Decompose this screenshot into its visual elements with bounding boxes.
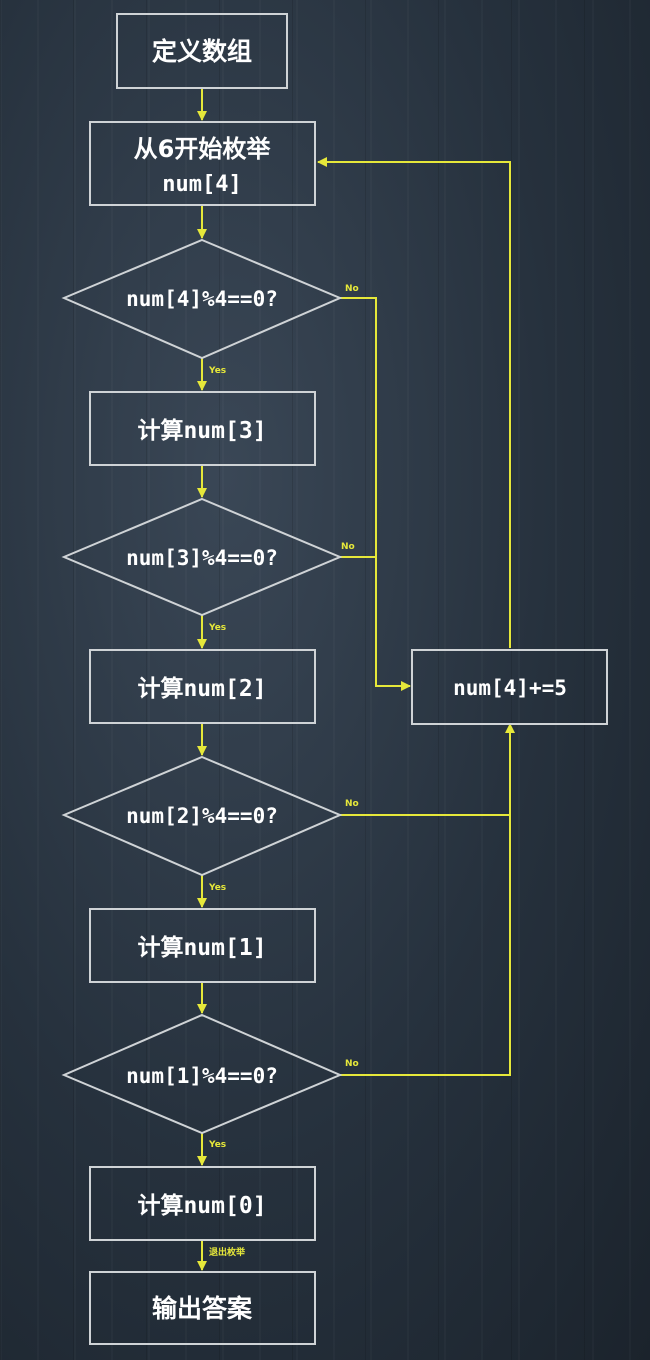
decision-check-num1: num[1]%4==0? (61, 1013, 343, 1135)
exit-enum-label: 退出枚举 (209, 1246, 246, 1258)
node-increment-label: num[4]+=5 (453, 676, 567, 700)
decision-check-num3-label: num[3]%4==0? (126, 546, 278, 570)
node-enum-start-var: num[4] (162, 172, 241, 197)
node-output: 输出答案 (89, 1271, 316, 1345)
node-calc-num2-label: 计算num[2] (137, 675, 266, 702)
node-calc-num3: 计算num[3] (89, 391, 316, 466)
no-label-check2: No (345, 799, 359, 809)
edge-check4-no (340, 297, 411, 691)
yes-label-check2: Yes (208, 883, 226, 893)
yes-label-check1: Yes (208, 1140, 226, 1150)
edge-increment-loop (317, 157, 511, 648)
no-label-check3: No (341, 542, 355, 552)
node-output-label: 输出答案 (152, 1294, 253, 1323)
decision-check-num2: num[2]%4==0? (61, 755, 343, 877)
decision-check-num4-label: num[4]%4==0? (126, 287, 278, 311)
node-define-array: 定义数组 (116, 13, 288, 89)
yes-label-check4: Yes (208, 366, 226, 376)
node-define-array-label: 定义数组 (152, 37, 252, 66)
node-enum-start-label: 从6开始枚举 (134, 135, 272, 163)
flowchart: 定义数组 从6开始枚举 num[4] num[4]%4==0? 计算num[3]… (61, 13, 608, 1345)
decision-check-num3: num[3]%4==0? (61, 497, 343, 617)
node-enum-start: 从6开始枚举 num[4] (89, 121, 316, 206)
node-calc-num1: 计算num[1] (89, 908, 316, 983)
node-calc-num3-label: 计算num[3] (137, 417, 266, 444)
decision-check-num4: num[4]%4==0? (61, 238, 343, 360)
yes-label-check3: Yes (208, 623, 226, 633)
node-calc-num0: 计算num[0] (89, 1166, 316, 1241)
no-label-check1: No (345, 1059, 359, 1069)
node-calc-num0-label: 计算num[0] (137, 1192, 266, 1219)
node-calc-num2: 计算num[2] (89, 649, 316, 724)
decision-check-num2-label: num[2]%4==0? (126, 804, 278, 828)
decision-check-num1-label: num[1]%4==0? (126, 1064, 278, 1088)
node-increment: num[4]+=5 (411, 649, 608, 725)
edge-check1-no (340, 723, 515, 1076)
node-calc-num1-label: 计算num[1] (137, 934, 266, 961)
no-label-check4: No (345, 284, 359, 294)
